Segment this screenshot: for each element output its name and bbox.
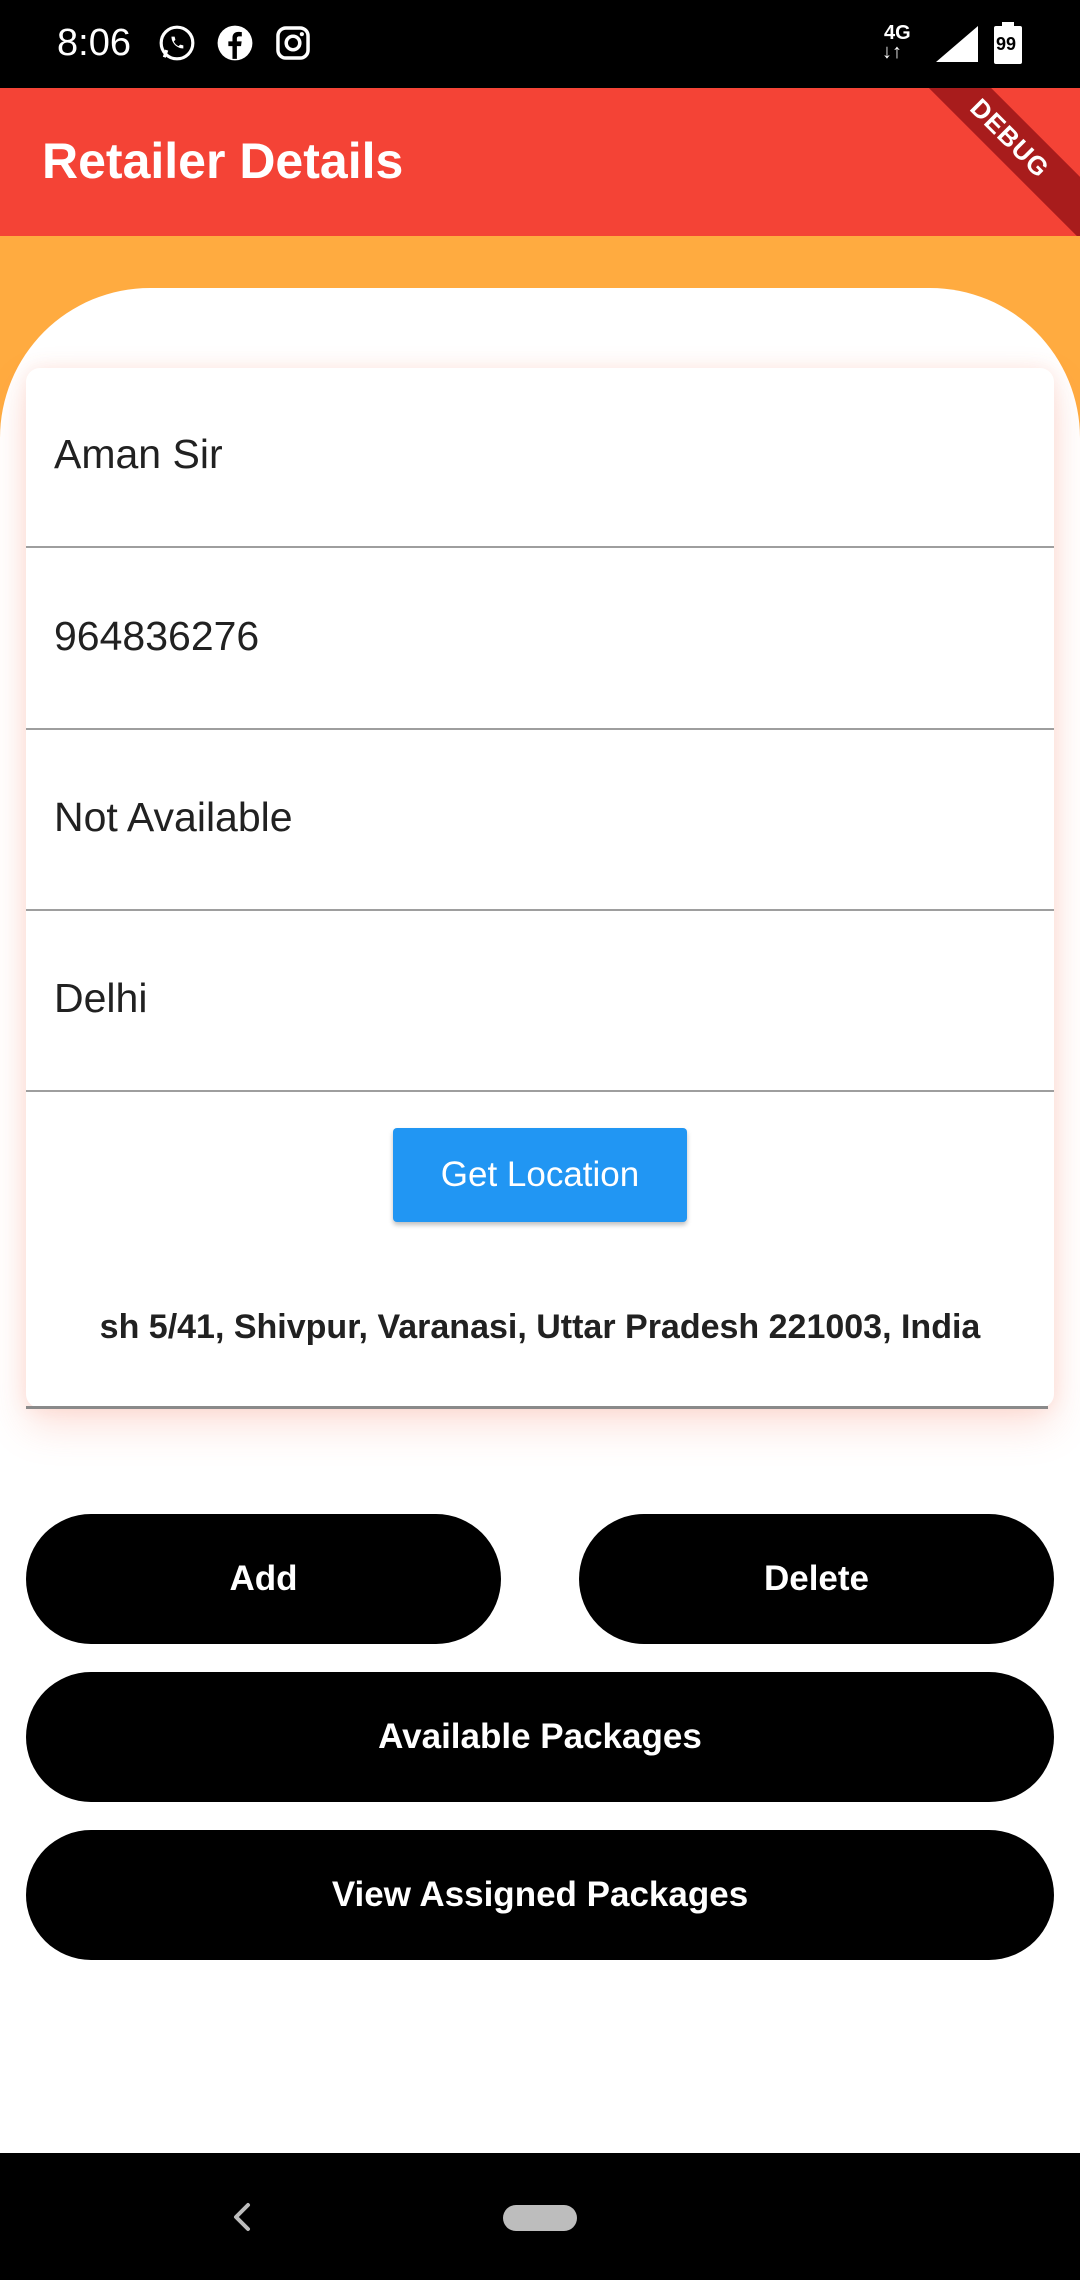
signal-icon — [936, 26, 978, 62]
status-bar: 8:06 4G ↓↑ 99 — [0, 0, 1080, 88]
add-button[interactable]: Add — [26, 1514, 501, 1644]
city-value: Delhi — [54, 975, 148, 1021]
delete-button[interactable]: Delete — [579, 1514, 1054, 1644]
retailer-name-value: Aman Sir — [54, 431, 223, 477]
battery-icon: 99 — [994, 22, 1022, 64]
instagram-icon — [276, 26, 310, 60]
available-packages-button[interactable]: Available Packages — [26, 1672, 1054, 1802]
phone-number-value: 964836276 — [54, 613, 260, 659]
battery-level: 99 — [996, 34, 1017, 54]
get-location-button[interactable]: Get Location — [393, 1128, 687, 1222]
system-navigation-bar — [0, 2153, 1080, 2280]
phone-number-field[interactable]: 964836276 — [26, 550, 1054, 730]
city-field[interactable]: Delhi — [26, 912, 1054, 1092]
email-field[interactable]: Not Available — [26, 731, 1054, 911]
retailer-details-card: Aman Sir 964836276 Not Available Delhi G… — [26, 368, 1054, 1408]
debug-banner: DEBUG — [895, 88, 1080, 236]
whatsapp-icon — [159, 25, 195, 61]
back-chevron-icon[interactable] — [228, 2197, 256, 2237]
view-assigned-packages-button[interactable]: View Assigned Packages — [26, 1830, 1054, 1960]
app-bar: Retailer Details DEBUG — [0, 88, 1080, 236]
page-title: Retailer Details — [42, 133, 404, 189]
network-4g-icon: 4G ↓↑ — [882, 22, 911, 63]
facebook-icon — [217, 25, 253, 61]
email-value: Not Available — [54, 794, 293, 840]
home-pill-button[interactable] — [503, 2205, 577, 2231]
address-divider — [26, 1406, 1048, 1409]
retailer-name-field[interactable]: Aman Sir — [26, 368, 1054, 548]
status-time: 8:06 — [57, 22, 131, 64]
location-address: sh 5/41, Shivpur, Varanasi, Uttar Prades… — [99, 1308, 981, 1346]
app-screen: 8:06 4G ↓↑ 99 Retailer Details DEBUG Ama… — [0, 0, 1080, 2280]
